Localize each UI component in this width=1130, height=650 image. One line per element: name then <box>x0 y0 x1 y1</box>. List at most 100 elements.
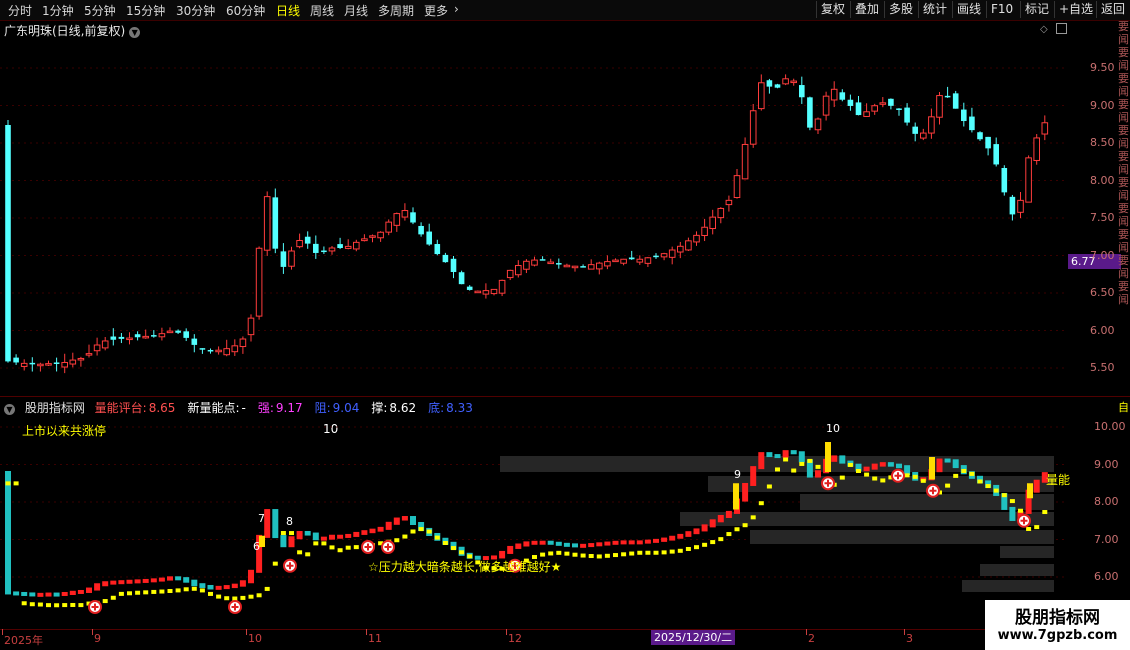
period-tab-7[interactable]: 周线 <box>310 2 334 19</box>
toolbar-button-4[interactable]: 画线 <box>952 1 985 18</box>
candle-body <box>369 235 376 238</box>
support-dot <box>880 478 886 483</box>
indicator-candle <box>77 589 84 594</box>
indicator-candle <box>142 578 149 583</box>
candle-body <box>612 259 619 263</box>
toolbar-button-0[interactable]: 复权 <box>816 1 849 18</box>
support-dot <box>451 546 456 551</box>
period-tab-6[interactable]: 日线 <box>276 2 300 19</box>
support-dot <box>54 603 60 608</box>
support-dot <box>13 481 19 486</box>
indicator-chart[interactable]: 6 7 8 9 10 <box>0 398 1068 628</box>
toolbar-button-8[interactable]: 返回 <box>1096 1 1129 18</box>
indicator-candle <box>717 514 724 523</box>
indicator-candle <box>758 452 765 470</box>
candle-body <box>142 335 149 339</box>
price-tick: 6.50 <box>1090 286 1115 299</box>
period-tab-4[interactable]: 30分钟 <box>176 2 215 19</box>
support-dot <box>613 553 618 558</box>
support-dot <box>734 527 740 532</box>
support-dot <box>783 457 789 462</box>
candle-body <box>1041 122 1049 135</box>
indicator-candle <box>337 534 344 539</box>
candle-body <box>296 240 303 248</box>
volume-profile-bar <box>962 580 1054 592</box>
side-panel-strip[interactable]: 要闻要闻要闻要闻要闻要闻要闻要闻要闻要闻要闻 <box>1118 20 1130 392</box>
candle-body <box>263 196 271 251</box>
toolbar-button-6[interactable]: 标记 <box>1020 1 1053 18</box>
candle-body <box>239 338 247 348</box>
period-tab-10[interactable]: 更多 <box>424 2 448 19</box>
candle-body <box>531 259 538 266</box>
candlestick-chart[interactable] <box>0 20 1068 395</box>
support-dot <box>442 541 448 545</box>
period-tab-5[interactable]: 60分钟 <box>226 2 265 19</box>
toolbar-button-2[interactable]: 多股 <box>884 1 917 18</box>
support-dot <box>669 549 675 554</box>
candle-body <box>69 359 77 365</box>
support-dot <box>434 535 440 540</box>
period-tab-8[interactable]: 月线 <box>344 2 368 19</box>
toolbar-button-5[interactable]: F10 <box>986 1 1017 18</box>
chevron-right-icon[interactable]: › <box>454 2 459 16</box>
toolbar-button-7[interactable]: +自选 <box>1054 1 1097 18</box>
indicator-candle <box>158 577 165 582</box>
support-dot <box>1009 499 1015 504</box>
period-tab-0[interactable]: 分时 <box>8 2 32 19</box>
indicator-candle <box>539 540 546 545</box>
candle-body <box>515 265 522 276</box>
candle-body <box>741 143 749 180</box>
support-dot <box>224 596 230 601</box>
indicator-candle <box>401 516 408 521</box>
date-label: 9 <box>94 632 101 645</box>
indicator-candle <box>604 541 611 546</box>
watermark: 股朋指标网 www.7gpzb.com <box>985 600 1130 650</box>
candle-body <box>571 265 579 269</box>
candle-body <box>231 345 239 353</box>
toolbar-button-1[interactable]: 叠加 <box>850 1 883 18</box>
candle-body <box>1025 157 1032 203</box>
support-dot <box>29 602 35 607</box>
indicator-candle <box>952 459 959 469</box>
price-tick: 6.00 <box>1090 323 1115 337</box>
support-dot <box>775 467 780 472</box>
indicator-candle <box>871 463 878 470</box>
candle-body <box>758 82 765 110</box>
candle-body <box>596 262 603 270</box>
toolbar-button-3[interactable]: 统计 <box>918 1 951 18</box>
candle-body <box>85 353 93 356</box>
period-tab-9[interactable]: 多周期 <box>378 2 414 19</box>
support-dot <box>70 602 76 607</box>
indicator-candle <box>385 521 392 530</box>
indicator-candle <box>515 543 522 549</box>
support-dot <box>548 551 554 556</box>
price-tick: 9.00 <box>1090 98 1115 112</box>
candle-body <box>328 247 336 252</box>
candle-body <box>952 93 959 109</box>
support-dot <box>135 590 141 595</box>
period-tab-1[interactable]: 1分钟 <box>42 2 74 19</box>
volume-profile-bar <box>750 530 1054 544</box>
candle-body <box>126 337 133 341</box>
indicator-candle <box>936 458 943 473</box>
support-dot <box>985 484 991 489</box>
candle-body <box>272 197 279 249</box>
limit-up-bar <box>929 457 935 480</box>
support-dot <box>199 588 205 593</box>
support-dot <box>661 550 667 555</box>
indicator-candle <box>150 578 157 583</box>
support-dot <box>653 550 659 555</box>
support-dot <box>110 595 116 600</box>
candle-body <box>207 349 214 352</box>
period-tab-2[interactable]: 5分钟 <box>84 2 116 19</box>
candle-body <box>474 290 482 294</box>
candle-body <box>393 213 401 226</box>
volume-profile-bar <box>680 512 1054 526</box>
indicator-candle <box>223 585 230 590</box>
indicator-candle <box>167 576 173 581</box>
candle-body <box>587 264 595 270</box>
volume-profile-bar <box>1000 546 1054 558</box>
indicator-candle <box>134 579 141 584</box>
period-tab-3[interactable]: 15分钟 <box>126 2 165 19</box>
candle-body <box>134 334 141 338</box>
